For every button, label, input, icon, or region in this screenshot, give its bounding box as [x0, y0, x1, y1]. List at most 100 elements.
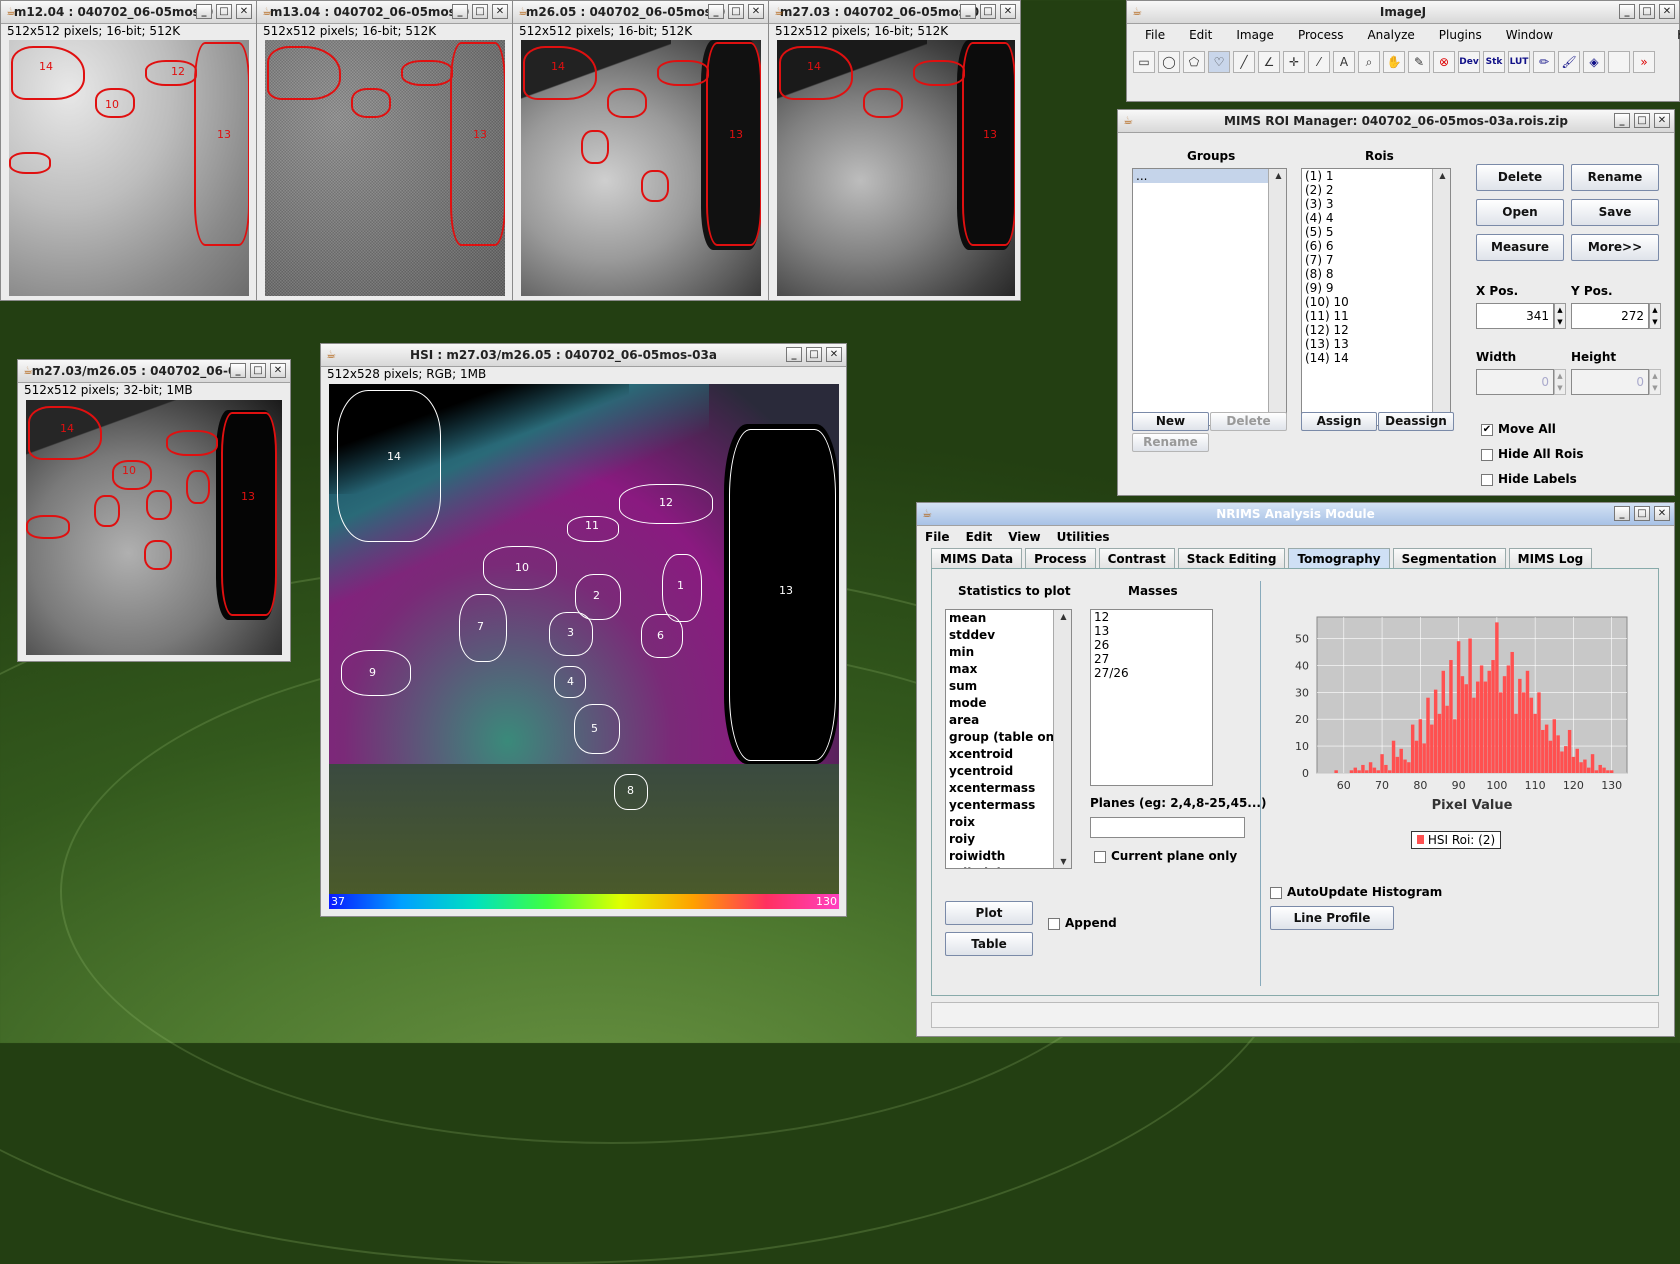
close-icon[interactable]: ✕ [236, 4, 252, 19]
tab-process[interactable]: Process [1025, 548, 1096, 569]
close-icon[interactable]: ✕ [748, 4, 764, 19]
image-window-m13[interactable]: ☕ m13.04 : 040702_06-05mos-0 _ □ ✕ 512x512 … [256, 0, 513, 301]
lut-icon[interactable]: LUT [1508, 51, 1530, 73]
minimize-icon[interactable]: _ [708, 4, 724, 19]
more-tools-icon[interactable]: » [1633, 51, 1655, 73]
roi-item[interactable]: (12) 12 [1302, 323, 1450, 337]
title-bar[interactable]: ☕ m27.03/m26.05 : 040702_06-0 _ □ ✕ [18, 360, 290, 383]
deassign-button[interactable]: Deassign [1378, 412, 1454, 431]
roi-item[interactable]: (2) 2 [1302, 183, 1450, 197]
maximize-icon[interactable]: □ [806, 347, 822, 362]
menu-analyze[interactable]: Analyze [1355, 24, 1426, 46]
oval-icon[interactable]: ◯ [1158, 51, 1180, 73]
tab-mims-data[interactable]: MIMS Data [931, 548, 1023, 569]
tab-tomography[interactable]: Tomography [1288, 548, 1390, 569]
menu-utilities[interactable]: Utilities [1049, 526, 1118, 548]
autoupdate-histogram-checkbox[interactable] [1270, 887, 1282, 899]
image-window-m27[interactable]: ☕ m27.03 : 040702_06-05mos-0 _ □ ✕ 512x512 … [768, 0, 1021, 301]
tab-segmentation[interactable]: Segmentation [1392, 548, 1506, 569]
minimize-icon[interactable]: _ [230, 363, 246, 378]
mass-item[interactable]: 13 [1091, 624, 1212, 638]
pencil-icon[interactable]: ✏ [1533, 51, 1555, 73]
roi-item[interactable]: (1) 1 [1302, 169, 1450, 183]
menu-file[interactable]: File [1133, 24, 1177, 46]
stk-icon[interactable]: Stk [1483, 51, 1505, 73]
hide-labels-checkbox[interactable] [1481, 474, 1493, 486]
width-spinner[interactable]: ▲ ▼ [1554, 369, 1566, 395]
image-canvas[interactable]: 14 13 12 10 [9, 40, 249, 296]
minimize-icon[interactable]: _ [786, 347, 802, 362]
roi-item[interactable]: (7) 7 [1302, 253, 1450, 267]
rois-list[interactable]: (1) 1 (2) 2 (3) 3 (4) 4 (5) 5 (6) 6 (7) … [1301, 168, 1451, 426]
stop-icon[interactable]: ⊗ [1433, 51, 1455, 73]
group-new-button[interactable]: New [1132, 412, 1209, 431]
roi-item[interactable]: (11) 11 [1302, 309, 1450, 323]
menu-window[interactable]: Window [1494, 24, 1565, 46]
group-item[interactable]: ... [1133, 169, 1272, 183]
ypos-spinner[interactable]: ▲ ▼ [1649, 303, 1661, 329]
angle-icon[interactable]: ∠ [1258, 51, 1280, 73]
ypos-field[interactable]: 272 [1571, 303, 1649, 329]
save-button[interactable]: Save [1571, 199, 1659, 226]
move-all-checkbox[interactable]: ✔ [1481, 424, 1493, 436]
maximize-icon[interactable]: □ [472, 4, 488, 19]
mass-item[interactable]: 27/26 [1091, 666, 1212, 680]
image-canvas[interactable]: 13 [265, 40, 505, 296]
title-bar[interactable]: ☕ MIMS ROI Manager: 040702_06-05mos-03a.r… [1118, 110, 1674, 133]
stats-scrollbar[interactable]: ▲ ▼ [1053, 610, 1071, 868]
tab-contrast[interactable]: Contrast [1098, 548, 1175, 569]
menu-help[interactable]: Help [1665, 24, 1680, 46]
open-button[interactable]: Open [1476, 199, 1564, 226]
close-icon[interactable]: ✕ [270, 363, 286, 378]
group-rename-button[interactable]: Rename [1132, 433, 1209, 452]
roi-item[interactable]: (4) 4 [1302, 211, 1450, 225]
minimize-icon[interactable]: _ [196, 4, 212, 19]
maximize-icon[interactable]: □ [1639, 4, 1655, 19]
rename-button[interactable]: Rename [1571, 164, 1659, 191]
menu-process[interactable]: Process [1286, 24, 1356, 46]
xpos-spinner[interactable]: ▲ ▼ [1554, 303, 1566, 329]
measure-button[interactable]: Measure [1476, 234, 1564, 261]
roi-item[interactable]: (5) 5 [1302, 225, 1450, 239]
maximize-icon[interactable]: □ [1634, 506, 1650, 521]
maximize-icon[interactable]: □ [728, 4, 744, 19]
roi-item[interactable]: (3) 3 [1302, 197, 1450, 211]
minimize-icon[interactable]: _ [452, 4, 468, 19]
minimize-icon[interactable]: _ [1614, 506, 1630, 521]
delete-button[interactable]: Delete [1476, 164, 1564, 191]
nrims-analysis-window[interactable]: ☕ NRIMS Analysis Module _ □ ✕ File Edit Vie… [916, 502, 1675, 1037]
line-profile-button[interactable]: Line Profile [1270, 906, 1394, 930]
height-spinner[interactable]: ▲ ▼ [1649, 369, 1661, 395]
close-icon[interactable]: ✕ [1654, 506, 1670, 521]
minimize-icon[interactable]: _ [1614, 113, 1630, 128]
table-button[interactable]: Table [945, 932, 1033, 956]
color-picker-icon[interactable]: ✎ [1408, 51, 1430, 73]
minimize-icon[interactable]: _ [1619, 4, 1635, 19]
menu-edit[interactable]: Edit [1177, 24, 1224, 46]
planes-input[interactable] [1090, 817, 1245, 838]
hide-all-rois-checkbox[interactable] [1481, 449, 1493, 461]
groups-scrollbar[interactable]: ▲▼ [1268, 169, 1286, 425]
roi-item[interactable]: (10) 10 [1302, 295, 1450, 309]
title-bar[interactable]: ☕ HSI : m27.03/m26.05 : 040702_06-05mos-0… [321, 344, 846, 367]
more-button[interactable]: More>> [1571, 234, 1659, 261]
image-window-m12[interactable]: ☕ m12.04 : 040702_06-05mos-0 _ □ ✕ 512x512 … [0, 0, 257, 301]
magnifier-icon[interactable]: ⌕ [1358, 51, 1380, 73]
maximize-icon[interactable]: □ [216, 4, 232, 19]
wand-icon[interactable]: ⁄ [1308, 51, 1330, 73]
masses-list[interactable]: 12 13 26 27 27/26 [1090, 609, 1213, 786]
close-icon[interactable]: ✕ [1000, 4, 1016, 19]
line-icon[interactable]: ╱ [1233, 51, 1255, 73]
roi-item[interactable]: (13) 13 [1302, 337, 1450, 351]
imagej-main-window[interactable]: ☕ ImageJ _ □ ✕ File Edit Image Process Anal… [1126, 0, 1680, 102]
assign-button[interactable]: Assign [1301, 412, 1377, 431]
menu-plugins[interactable]: Plugins [1427, 24, 1494, 46]
hsi-image-window[interactable]: ☕ HSI : m27.03/m26.05 : 040702_06-05mos-0… [320, 343, 847, 917]
roi-item[interactable]: (9) 9 [1302, 281, 1450, 295]
close-icon[interactable]: ✕ [826, 347, 842, 362]
flood-fill-icon[interactable]: ◈ [1583, 51, 1605, 73]
menu-image[interactable]: Image [1224, 24, 1286, 46]
polygon-icon[interactable]: ⬠ [1183, 51, 1205, 73]
mass-item[interactable]: 12 [1091, 610, 1212, 624]
title-bar[interactable]: ☕ m13.04 : 040702_06-05mos-0 _ □ ✕ [257, 1, 512, 24]
